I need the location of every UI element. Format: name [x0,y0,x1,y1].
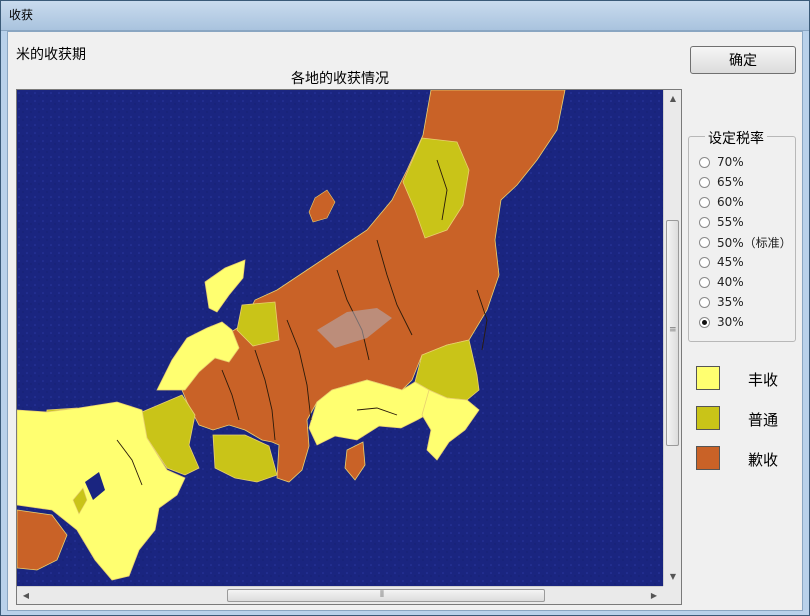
scroll-down-icon[interactable]: ▼ [664,568,682,586]
map-title: 各地的收获情况 [291,71,389,87]
map-panel: ▲ ≡ ▼ ◀ ⦀ ▶ [16,89,682,605]
radio-icon[interactable] [699,196,710,208]
scroll-left-icon[interactable]: ◀ [17,587,35,605]
radio-checked-icon[interactable] [699,316,710,328]
tax-option-50[interactable]: 50%（标准） [699,233,792,251]
map-svg [17,90,663,586]
legend-label: 歉收 [748,451,779,469]
tax-option-35[interactable]: 35% [699,293,744,311]
tax-option-45[interactable]: 45% [699,253,744,271]
tax-option-65[interactable]: 65% [699,173,744,191]
legend-bountiful: 丰收 [696,366,796,392]
legend-swatch [696,366,720,390]
ok-button[interactable]: 确定 [690,46,796,74]
harvest-caption: 米的收获期 [16,47,86,63]
legend-normal: 普通 [696,406,796,432]
radio-icon[interactable] [699,156,710,168]
title-bar[interactable]: 收获 [1,1,809,31]
harvest-window: 收获 米的收获期 各地的收获情况 ▲ ≡ ▼ ◀ ⦀ ▶ 确定 设定税率 70%… [0,0,810,616]
vertical-scrollbar[interactable]: ▲ ≡ ▼ [663,90,681,586]
grip-icon: ≡ [669,325,677,335]
window-title: 收获 [9,8,34,22]
horizontal-scroll-thumb[interactable]: ⦀ [227,589,545,602]
tax-option-30[interactable]: 30% [699,313,744,331]
legend-poor: 歉收 [696,446,796,472]
tax-rate-group: 设定税率 70% 65% 60% 55% 50%（标准） 45% 40% 35%… [688,128,796,342]
legend-swatch [696,446,720,470]
grip-icon: ⦀ [380,590,384,600]
scroll-right-icon[interactable]: ▶ [645,587,663,605]
radio-icon[interactable] [699,236,710,248]
radio-icon[interactable] [699,276,710,288]
tax-option-40[interactable]: 40% [699,273,744,291]
harvest-map[interactable] [17,90,663,586]
radio-icon[interactable] [699,216,710,228]
radio-icon[interactable] [699,256,710,268]
scroll-corner [663,586,681,604]
radio-icon[interactable] [699,296,710,308]
tax-rate-title: 设定税率 [705,128,767,148]
radio-icon[interactable] [699,176,710,188]
legend-swatch [696,406,720,430]
horizontal-scrollbar[interactable]: ◀ ⦀ ▶ [17,586,663,604]
scroll-up-icon[interactable]: ▲ [664,90,682,108]
legend-label: 丰收 [748,371,779,389]
tax-option-70[interactable]: 70% [699,153,744,171]
dialog-body: 米的收获期 各地的收获情况 ▲ ≡ ▼ ◀ ⦀ ▶ 确定 设定税率 70% 65… [7,31,803,611]
tax-option-55[interactable]: 55% [699,213,744,231]
vertical-scroll-thumb[interactable]: ≡ [666,220,679,446]
tax-option-60[interactable]: 60% [699,193,744,211]
legend-label: 普通 [748,411,779,429]
